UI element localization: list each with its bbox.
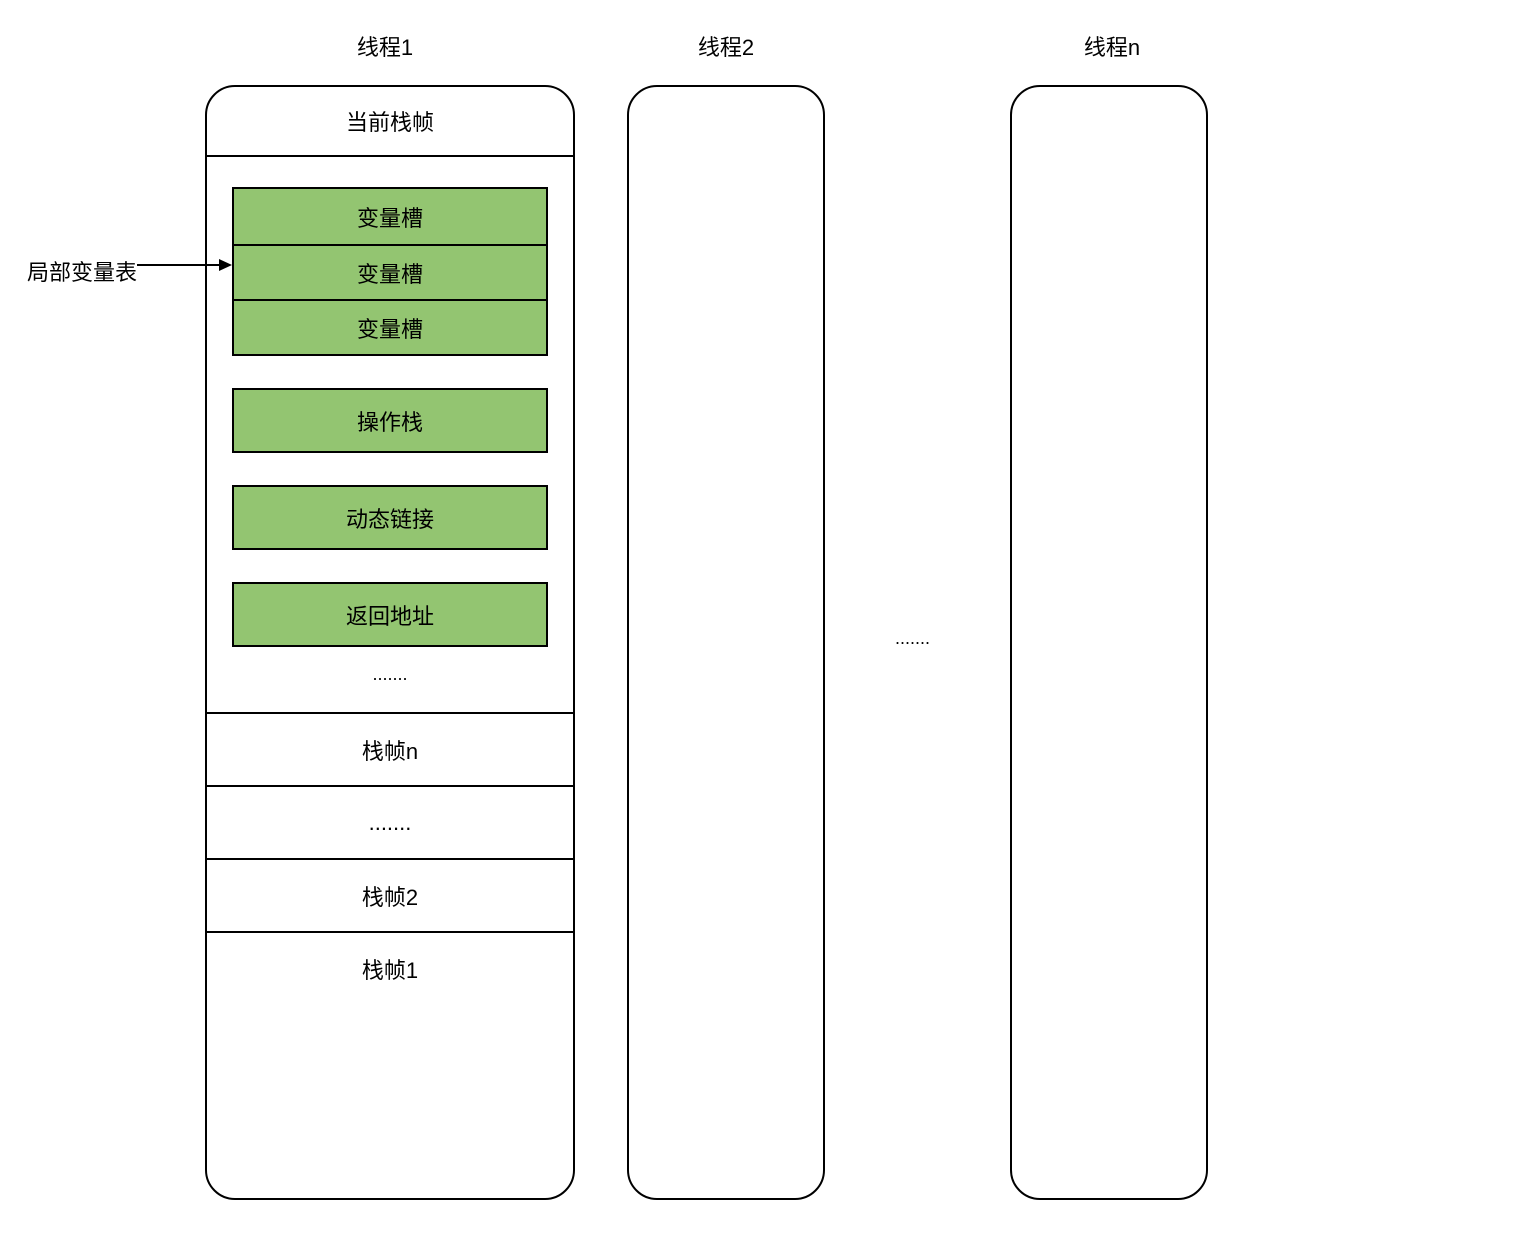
local-var-table-label: 局部变量表 — [27, 255, 137, 287]
between-threads-ellipsis: ....... — [895, 628, 930, 649]
stack-frame-1: 栈帧1 — [207, 931, 573, 1004]
thread1-title: 线程1 — [345, 30, 425, 62]
dynamic-link-block: 动态链接 — [232, 485, 548, 550]
operand-stack-block: 操作栈 — [232, 388, 548, 453]
return-address-block: 返回地址 — [232, 582, 548, 647]
local-var-slots: 变量槽 变量槽 变量槽 — [232, 187, 548, 356]
arrow-icon — [137, 255, 232, 275]
stack-frame-2: 栈帧2 — [207, 858, 573, 931]
variable-slot-3: 变量槽 — [234, 299, 546, 354]
threadn-title: 线程n — [1072, 30, 1152, 62]
variable-slot-2: 变量槽 — [234, 244, 546, 299]
frame-ellipsis-1: ....... — [232, 647, 548, 702]
thread2-column — [627, 85, 825, 1200]
thread1-column: 当前栈帧 变量槽 变量槽 变量槽 操作栈 动态链接 返回地址 ....... 栈… — [205, 85, 575, 1200]
stack-frame-ellipsis: ....... — [207, 785, 573, 858]
stack-frame-n: 栈帧n — [207, 712, 573, 785]
threadn-column — [1010, 85, 1208, 1200]
thread2-title: 线程2 — [686, 30, 766, 62]
frame-body: 变量槽 变量槽 变量槽 操作栈 动态链接 返回地址 ....... — [207, 157, 573, 712]
current-frame-header: 当前栈帧 — [207, 87, 573, 157]
variable-slot-1: 变量槽 — [234, 189, 546, 244]
